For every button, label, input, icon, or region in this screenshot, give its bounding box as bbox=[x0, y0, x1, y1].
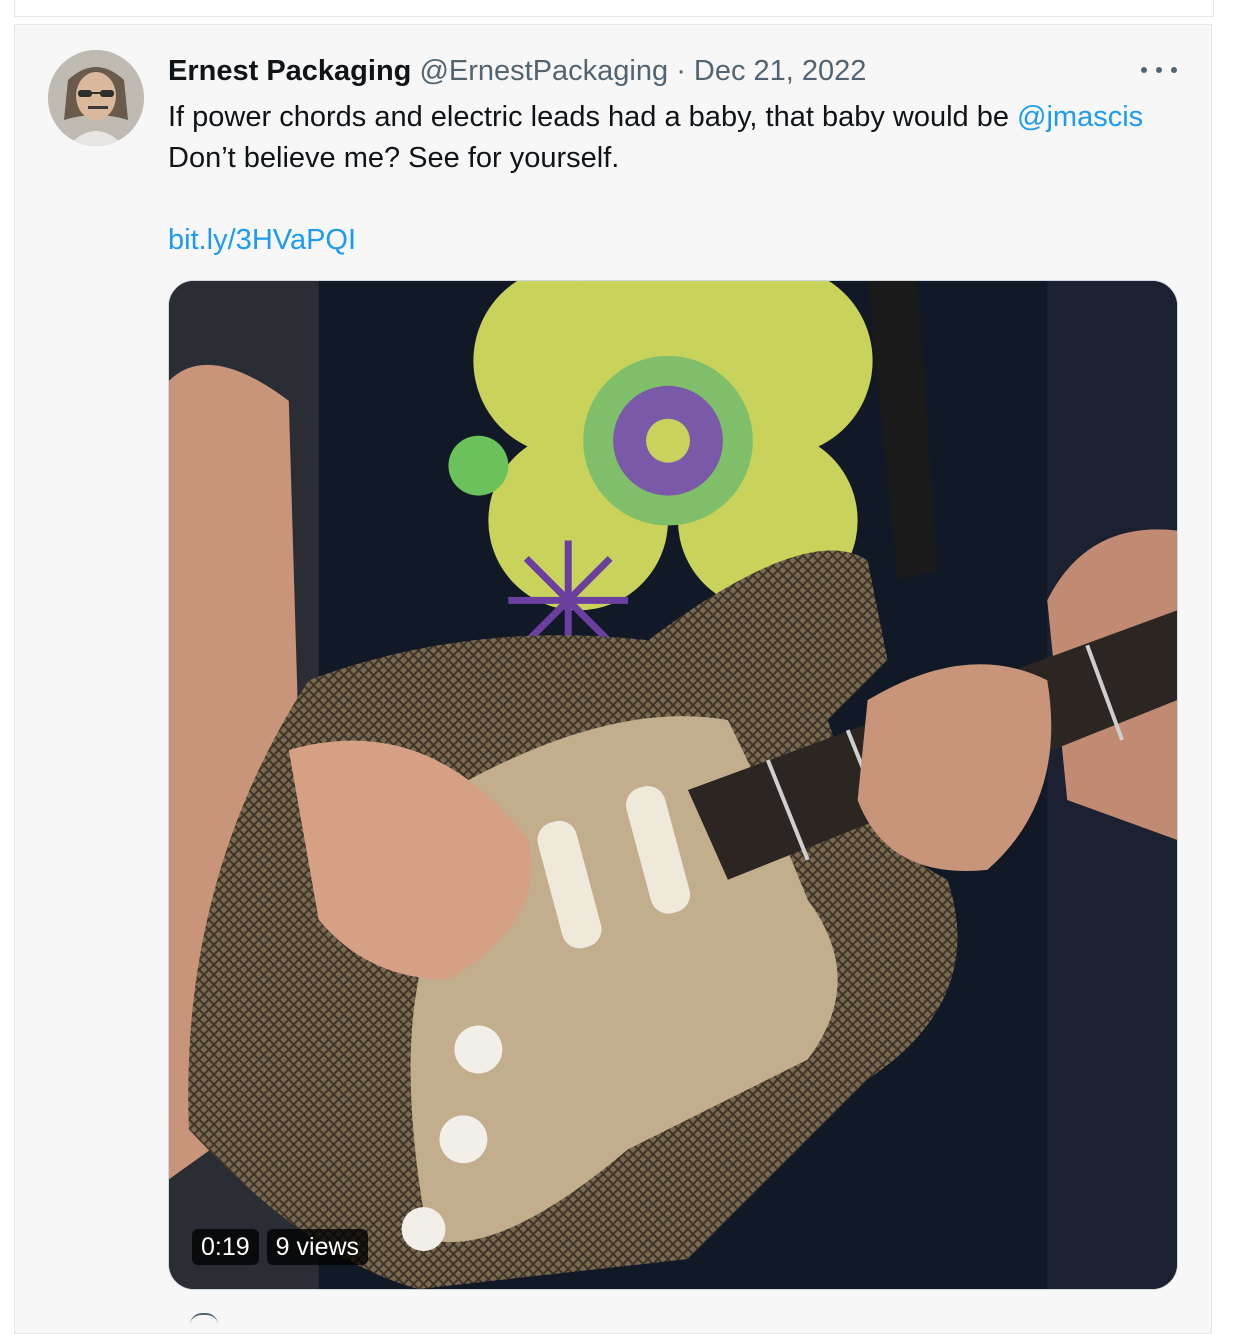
tweet-text: If power chords and electric leads had a… bbox=[168, 97, 1188, 261]
tweet-line-2: Don’t believe me? See for yourself. bbox=[168, 142, 620, 174]
more-horizontal-icon bbox=[1141, 67, 1147, 73]
mention-link[interactable]: @jmascis bbox=[1017, 101, 1143, 133]
previous-tweet-card bbox=[14, 0, 1214, 17]
video-duration: 0:19 bbox=[192, 1229, 259, 1265]
video-badges: 0:19 9 views bbox=[192, 1229, 369, 1265]
author-handle[interactable]: @ErnestPackaging bbox=[419, 55, 668, 87]
tweet-card[interactable]: Ernest Packaging @ErnestPackaging · Dec … bbox=[14, 24, 1212, 1334]
video-player[interactable]: 0:19 9 views bbox=[168, 280, 1178, 1290]
reply-icon[interactable] bbox=[190, 1313, 218, 1325]
avatar[interactable] bbox=[48, 50, 144, 146]
video-views: 9 views bbox=[266, 1229, 369, 1265]
more-horizontal-icon bbox=[1156, 67, 1162, 73]
tweet-header: Ernest Packaging @ErnestPackaging · Dec … bbox=[168, 53, 866, 89]
more-options-button[interactable] bbox=[1141, 59, 1177, 81]
tweet-text-part-1: If power chords and electric leads had a… bbox=[168, 101, 1018, 133]
more-horizontal-icon bbox=[1171, 67, 1177, 73]
video-frame bbox=[169, 281, 1177, 1289]
tweet-date[interactable]: Dec 21, 2022 bbox=[694, 55, 867, 87]
author-name[interactable]: Ernest Packaging bbox=[168, 55, 411, 87]
separator-dot: · bbox=[676, 55, 686, 87]
tweet-line-1: If power chords and electric leads had a… bbox=[168, 97, 1188, 138]
url-link[interactable]: bit.ly/3HVaPQI bbox=[168, 224, 356, 256]
